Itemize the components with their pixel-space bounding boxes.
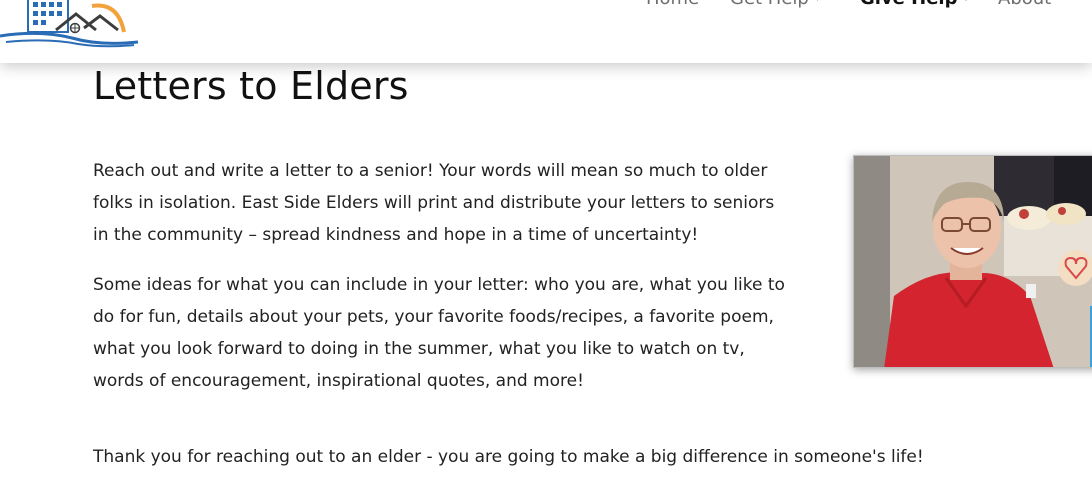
chevron-down-icon: ▾	[815, 0, 820, 4]
nav-give-help[interactable]: Give Help ▾	[860, 0, 969, 9]
nav-home[interactable]: Home	[646, 0, 699, 9]
nav-home-label: Home	[646, 0, 699, 9]
site-header: Home Get Help ▾ Give Help ▾ About	[0, 0, 1092, 63]
nav-get-help-label: Get Help	[730, 0, 809, 9]
page-title: Letters to Elders	[93, 64, 409, 108]
intro-paragraph: Reach out and write a letter to a senior…	[93, 161, 775, 245]
smiling-woman-photo	[854, 156, 1092, 367]
elder-photo	[853, 155, 1092, 368]
nav-get-help[interactable]: Get Help ▾	[730, 0, 820, 9]
ideas-paragraph: Some ideas for what you can include in y…	[93, 275, 785, 391]
thank-you-paragraph: Thank you for reaching out to an elder -…	[93, 447, 924, 467]
nav-give-help-label: Give Help	[860, 0, 957, 9]
nav-about[interactable]: About	[998, 0, 1051, 9]
nav-about-label: About	[998, 0, 1051, 9]
chevron-down-icon: ▾	[963, 0, 968, 4]
main-nav: Home Get Help ▾ Give Help ▾ About	[0, 0, 1092, 18]
